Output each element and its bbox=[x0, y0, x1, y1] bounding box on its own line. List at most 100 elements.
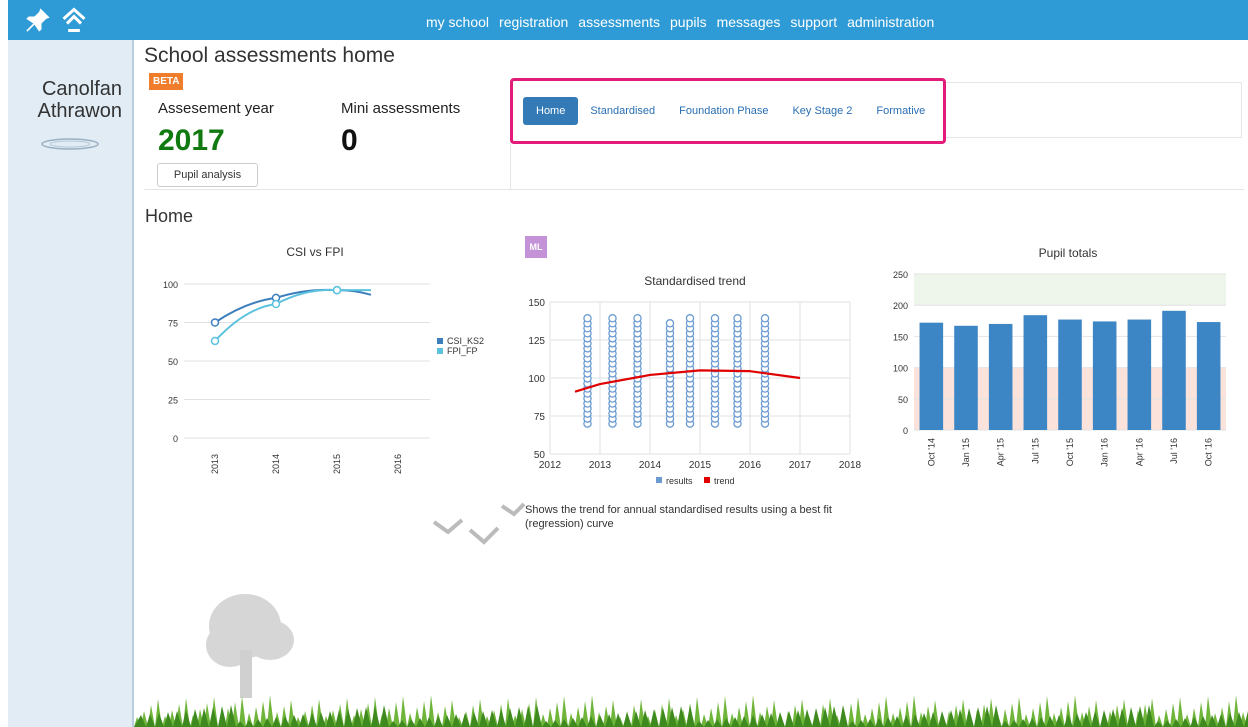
result-point bbox=[583, 314, 592, 323]
legend-swatch bbox=[704, 477, 710, 483]
beta-badge: BETA bbox=[149, 73, 184, 90]
sidebar: Canolfan Athrawon bbox=[8, 0, 134, 727]
y-tick-label: 75 bbox=[168, 319, 178, 329]
brand-name: Canolfan Athrawon bbox=[37, 78, 123, 122]
sidebar-header bbox=[8, 0, 134, 40]
nav-messages[interactable]: messages bbox=[717, 14, 781, 30]
bar bbox=[1058, 319, 1082, 430]
y-tick-label: 50 bbox=[898, 395, 908, 405]
series-line-fpi_fp bbox=[214, 288, 371, 342]
x-tick-label: 2015 bbox=[332, 454, 342, 474]
pin-icon[interactable] bbox=[24, 6, 52, 34]
bar bbox=[1162, 310, 1186, 430]
result-point bbox=[710, 314, 720, 323]
main-nav: my school registration assessments pupil… bbox=[426, 14, 934, 30]
divider bbox=[144, 189, 1244, 190]
x-tick-label: 2014 bbox=[639, 460, 662, 471]
nav-my-school[interactable]: my school bbox=[426, 14, 489, 30]
divider bbox=[510, 138, 511, 190]
nav-assessments[interactable]: assessments bbox=[578, 14, 660, 30]
legend-swatch bbox=[437, 338, 443, 344]
bar bbox=[988, 323, 1013, 430]
x-tick-label: Apr '15 bbox=[996, 438, 1006, 466]
tab-foundation-phase[interactable]: Foundation Phase bbox=[667, 97, 780, 125]
y-tick-label: 100 bbox=[528, 374, 545, 385]
y-tick-label: 150 bbox=[528, 298, 545, 309]
nav-administration[interactable]: administration bbox=[847, 14, 934, 30]
x-tick-label: 2017 bbox=[789, 460, 812, 471]
y-tick-label: 0 bbox=[903, 426, 908, 436]
chart-title: CSI vs FPI bbox=[286, 245, 343, 259]
legend-swatch bbox=[437, 348, 443, 354]
nav-registration[interactable]: registration bbox=[499, 14, 568, 30]
y-tick-label: 25 bbox=[168, 396, 178, 406]
nav-pupils[interactable]: pupils bbox=[670, 14, 707, 30]
data-point bbox=[210, 336, 220, 346]
x-tick-label: Jan '16 bbox=[1100, 438, 1110, 467]
chart-title: Standardised trend bbox=[644, 274, 745, 288]
bar bbox=[1196, 322, 1221, 430]
section-heading: Home bbox=[145, 206, 194, 226]
result-point bbox=[685, 314, 695, 323]
y-tick-label: 50 bbox=[168, 357, 178, 367]
tab-formative[interactable]: Formative bbox=[864, 97, 937, 125]
home-icon[interactable] bbox=[60, 6, 88, 34]
data-point bbox=[332, 285, 342, 295]
x-tick-label: Oct '14 bbox=[926, 438, 936, 466]
nav-support[interactable]: support bbox=[790, 14, 837, 30]
pupil-totals-chart: Pupil totals 0 50 100 150 200 250 Oct '14 Jan '1… bbox=[893, 246, 1226, 467]
tree-decoration bbox=[206, 594, 294, 698]
bar bbox=[1127, 319, 1152, 430]
x-tick-label: Jul '15 bbox=[1030, 438, 1040, 464]
y-tick-label: 100 bbox=[163, 280, 178, 290]
legend-label: FPI_FP bbox=[447, 346, 478, 356]
csi-vs-fpi-chart: CSI vs FPI 0 25 50 75 100 2013 2014 2015 2016 CSI_… bbox=[163, 245, 484, 474]
tab-key-stage-2[interactable]: Key Stage 2 bbox=[780, 97, 864, 125]
x-tick-label: Jan '15 bbox=[961, 438, 971, 467]
x-tick-label: 2013 bbox=[589, 460, 612, 471]
grass-decoration bbox=[134, 695, 1248, 727]
result-point bbox=[760, 314, 770, 323]
x-tick-label: 2015 bbox=[689, 460, 712, 471]
x-tick-label: 2014 bbox=[271, 454, 281, 474]
mini-assessments-value: 0 bbox=[341, 124, 358, 157]
result-point bbox=[608, 314, 617, 323]
trend-description: Shows the trend for annual standardised … bbox=[525, 504, 832, 530]
plot-band bbox=[914, 274, 1226, 306]
birds-decoration bbox=[432, 502, 526, 545]
bar bbox=[954, 325, 978, 430]
ml-badge: ML bbox=[525, 236, 547, 258]
bar bbox=[1023, 315, 1048, 430]
page-title: School assessments home bbox=[144, 44, 395, 67]
legend-label: trend bbox=[714, 476, 735, 486]
y-tick-label: 0 bbox=[173, 434, 178, 444]
assessment-tabs: Home Standardised Foundation Phase Key S… bbox=[523, 97, 937, 125]
pupil-analysis-button[interactable]: Pupil analysis bbox=[157, 163, 258, 187]
assessment-year-value: 2017 bbox=[158, 124, 225, 157]
x-tick-label: Oct '16 bbox=[1204, 438, 1214, 466]
x-tick-label: 2016 bbox=[739, 460, 762, 471]
top-nav-bar: my school registration assessments pupil… bbox=[134, 0, 1248, 40]
data-point bbox=[271, 299, 281, 309]
y-tick-label: 200 bbox=[893, 301, 908, 311]
x-tick-label: 2018 bbox=[839, 460, 862, 471]
data-point bbox=[210, 318, 220, 327]
legend-label: results bbox=[666, 476, 693, 486]
assessment-year-label: Assesement year bbox=[158, 100, 274, 117]
legend-label: CSI_KS2 bbox=[447, 336, 484, 346]
bar bbox=[919, 322, 944, 430]
brand-logo bbox=[41, 138, 99, 150]
x-tick-label: 2016 bbox=[393, 454, 403, 474]
x-tick-label: Oct '15 bbox=[1065, 438, 1075, 466]
y-tick-label: 125 bbox=[528, 336, 545, 347]
x-tick-label: 2012 bbox=[539, 460, 562, 471]
legend-swatch bbox=[656, 477, 662, 483]
series-line-csi_ks2 bbox=[214, 288, 372, 324]
result-point bbox=[665, 319, 675, 328]
tab-standardised[interactable]: Standardised bbox=[578, 97, 667, 125]
bar bbox=[1092, 321, 1117, 430]
x-tick-label: 2013 bbox=[210, 454, 220, 474]
result-point bbox=[733, 314, 742, 323]
tab-home[interactable]: Home bbox=[523, 97, 579, 125]
x-tick-label: Apr '16 bbox=[1134, 438, 1144, 466]
